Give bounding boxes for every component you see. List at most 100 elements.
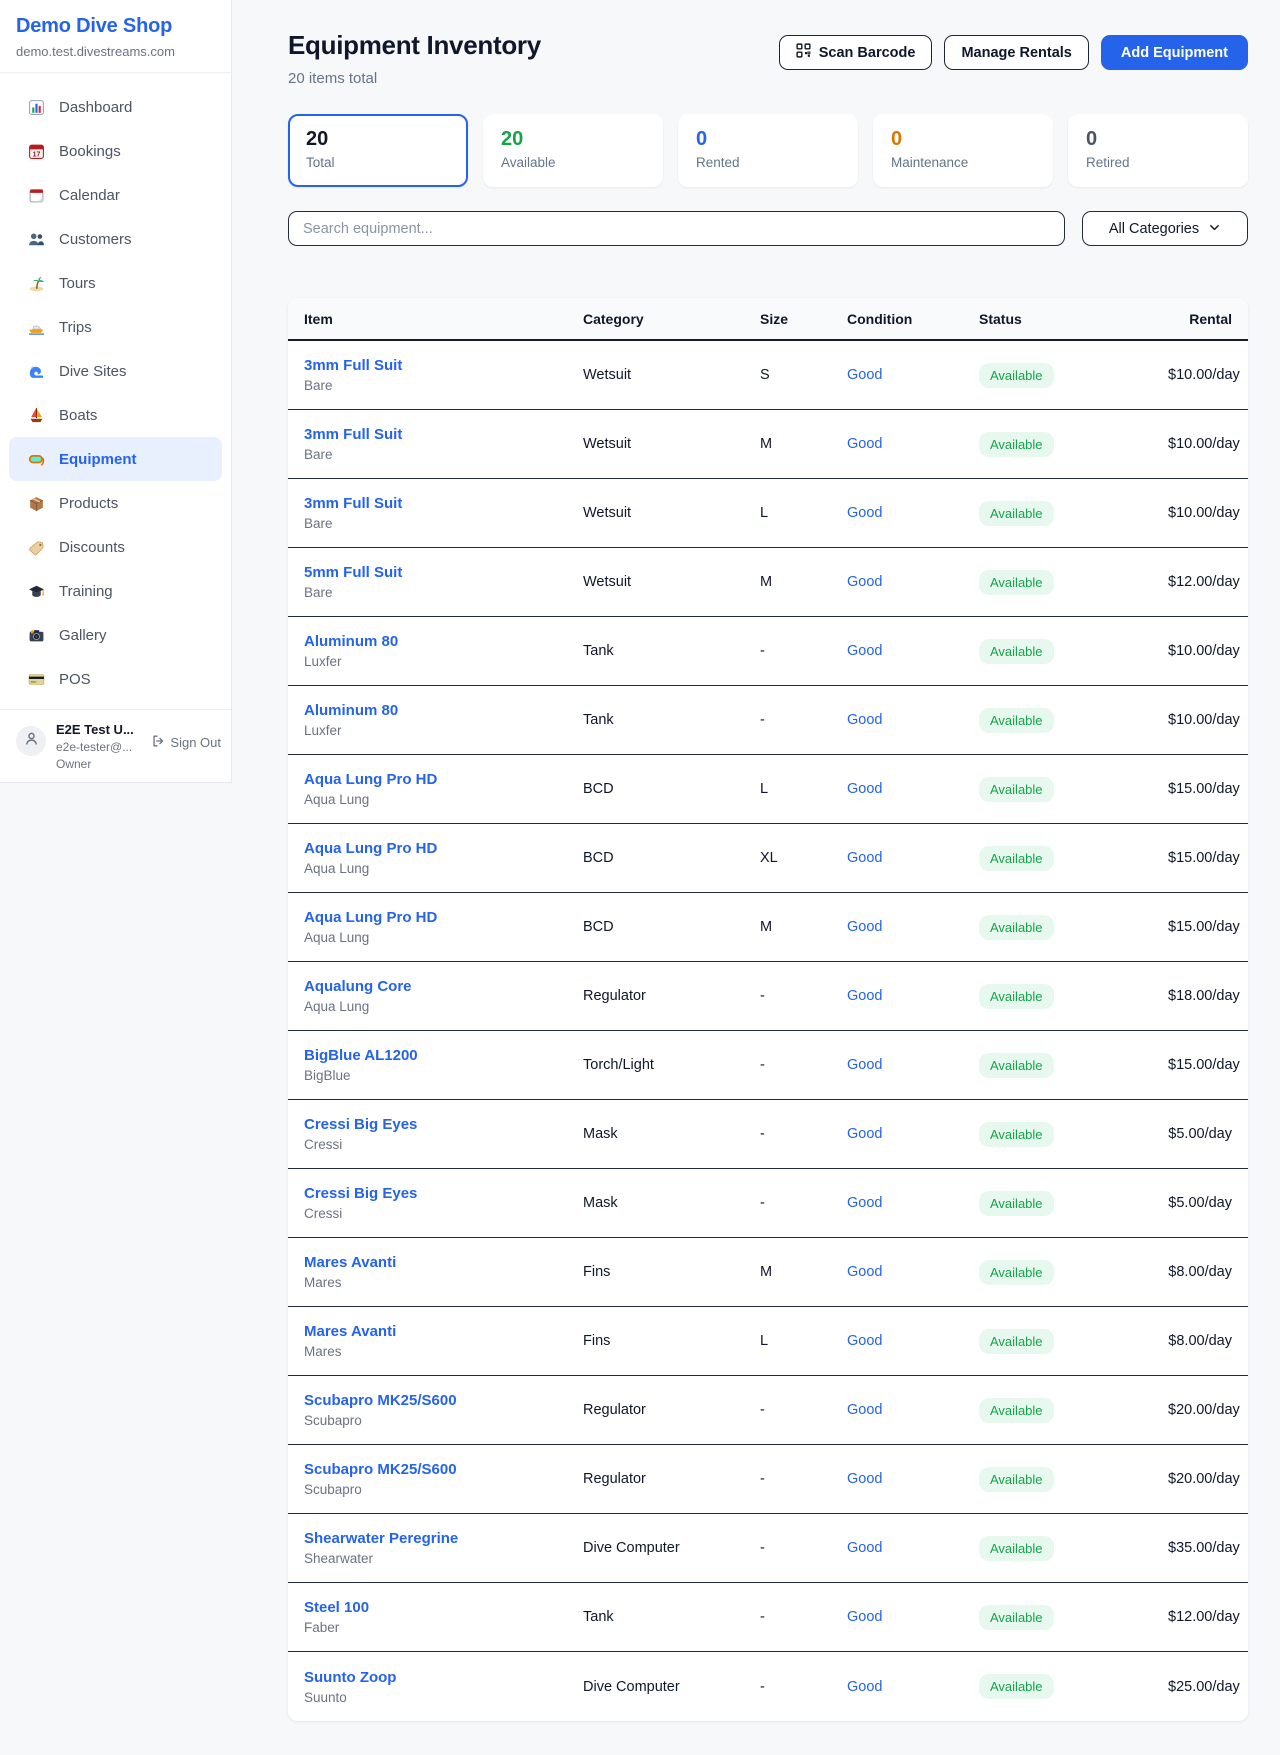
item-cell: Cressi Big Eyes Cressi [304,1185,583,1221]
search-input[interactable] [288,211,1065,246]
sidebar-item-dive-sites[interactable]: Dive Sites [9,349,222,393]
category-select[interactable]: All Categories [1082,211,1248,246]
stat-value: 0 [696,128,840,150]
grad-cap-icon [28,583,45,600]
item-condition-link[interactable]: Good [847,988,882,1004]
item-name-link[interactable]: Aqualung Core [304,978,412,995]
item-name-link[interactable]: 5mm Full Suit [304,564,402,581]
sidebar-item-equipment[interactable]: Equipment [9,437,222,481]
item-condition-link[interactable]: Good [847,1402,882,1418]
item-condition-link[interactable]: Good [847,436,882,452]
table-row[interactable]: Scubapro MK25/S600 Scubapro Regulator - … [288,1376,1248,1445]
item-name-link[interactable]: Aluminum 80 [304,702,398,719]
item-name-link[interactable]: Cressi Big Eyes [304,1116,417,1133]
item-condition-link[interactable]: Good [847,1126,882,1142]
table-row[interactable]: Scubapro MK25/S600 Scubapro Regulator - … [288,1445,1248,1514]
table-row[interactable]: 3mm Full Suit Bare Wetsuit L Good Availa… [288,479,1248,548]
item-condition-link[interactable]: Good [847,367,882,383]
sidebar-item-dashboard[interactable]: Dashboard [9,85,222,129]
item-name-link[interactable]: 3mm Full Suit [304,426,402,443]
table-row[interactable]: Aqua Lung Pro HD Aqua Lung BCD L Good Av… [288,755,1248,824]
item-name-link[interactable]: Aluminum 80 [304,633,398,650]
item-condition-link[interactable]: Good [847,574,882,590]
table-row[interactable]: Mares Avanti Mares Fins L Good Available… [288,1307,1248,1376]
item-name-link[interactable]: Scubapro MK25/S600 [304,1461,457,1478]
item-name-link[interactable]: 3mm Full Suit [304,495,402,512]
table-row[interactable]: 5mm Full Suit Bare Wetsuit M Good Availa… [288,548,1248,617]
scan-barcode-button[interactable]: Scan Barcode [779,35,933,70]
item-condition-link[interactable]: Good [847,1264,882,1280]
sidebar-item-bookings[interactable]: 17 Bookings [9,129,222,173]
stat-value: 20 [501,128,645,150]
sidebar-item-gallery[interactable]: Gallery [9,613,222,657]
item-name-link[interactable]: BigBlue AL1200 [304,1047,418,1064]
item-name-link[interactable]: Aqua Lung Pro HD [304,840,437,857]
sidebar-item-training[interactable]: Training [9,569,222,613]
stat-card-total[interactable]: 20 Total [288,114,468,187]
item-name-link[interactable]: Suunto Zoop [304,1669,396,1686]
item-condition-link[interactable]: Good [847,505,882,521]
item-name-link[interactable]: Aqua Lung Pro HD [304,909,437,926]
sidebar-item-products[interactable]: Products [9,481,222,525]
sidebar-item-label: Tours [59,275,96,292]
table-row[interactable]: Aqua Lung Pro HD Aqua Lung BCD XL Good A… [288,824,1248,893]
table-row[interactable]: 3mm Full Suit Bare Wetsuit M Good Availa… [288,410,1248,479]
table-row[interactable]: Mares Avanti Mares Fins M Good Available… [288,1238,1248,1307]
item-name-link[interactable]: Mares Avanti [304,1323,396,1340]
item-condition-link[interactable]: Good [847,712,882,728]
item-name-link[interactable]: Scubapro MK25/S600 [304,1392,457,1409]
tag-icon [28,539,45,556]
item-category: Fins [583,1333,760,1349]
item-condition-link[interactable]: Good [847,1057,882,1073]
table-row[interactable]: Shearwater Peregrine Shearwater Dive Com… [288,1514,1248,1583]
table-row[interactable]: BigBlue AL1200 BigBlue Torch/Light - Goo… [288,1031,1248,1100]
table-row[interactable]: Suunto Zoop Suunto Dive Computer - Good … [288,1652,1248,1721]
sidebar-item-trips[interactable]: Trips [9,305,222,349]
item-name-link[interactable]: Mares Avanti [304,1254,396,1271]
user-meta: E2E Test U... e2e-tester@... Owner [56,722,141,771]
table-row[interactable]: Cressi Big Eyes Cressi Mask - Good Avail… [288,1169,1248,1238]
item-brand: Bare [304,447,583,462]
stat-card-maintenance[interactable]: 0 Maintenance [873,114,1053,187]
item-condition-link[interactable]: Good [847,781,882,797]
manage-rentals-button[interactable]: Manage Rentals [944,35,1088,70]
sign-out-button[interactable]: Sign Out [151,734,221,751]
table-row[interactable]: Steel 100 Faber Tank - Good Available $1… [288,1583,1248,1652]
table-body: 3mm Full Suit Bare Wetsuit S Good Availa… [288,341,1248,1721]
item-category: Mask [583,1126,760,1142]
item-name-link[interactable]: Cressi Big Eyes [304,1185,417,1202]
stat-card-available[interactable]: 20 Available [483,114,663,187]
item-name-link[interactable]: Shearwater Peregrine [304,1530,458,1547]
item-condition-link[interactable]: Good [847,850,882,866]
sidebar-item-discounts[interactable]: Discounts [9,525,222,569]
stat-card-retired[interactable]: 0 Retired [1068,114,1248,187]
item-name-link[interactable]: Aqua Lung Pro HD [304,771,437,788]
sidebar-item-pos[interactable]: POS [9,657,222,701]
item-condition-link[interactable]: Good [847,919,882,935]
sidebar-item-tours[interactable]: Tours [9,261,222,305]
sidebar-item-boats[interactable]: Boats [9,393,222,437]
table-row[interactable]: Aqualung Core Aqua Lung Regulator - Good… [288,962,1248,1031]
item-name-link[interactable]: Steel 100 [304,1599,369,1616]
item-condition-link[interactable]: Good [847,1540,882,1556]
table-row[interactable]: 3mm Full Suit Bare Wetsuit S Good Availa… [288,341,1248,410]
table-row[interactable]: Aluminum 80 Luxfer Tank - Good Available… [288,686,1248,755]
item-category: BCD [583,781,760,797]
item-condition-link[interactable]: Good [847,1471,882,1487]
stat-card-rented[interactable]: 0 Rented [678,114,858,187]
table-row[interactable]: Cressi Big Eyes Cressi Mask - Good Avail… [288,1100,1248,1169]
item-condition-link[interactable]: Good [847,1679,882,1695]
table-row[interactable]: Aqua Lung Pro HD Aqua Lung BCD M Good Av… [288,893,1248,962]
sidebar-item-calendar[interactable]: Calendar [9,173,222,217]
item-condition-link[interactable]: Good [847,1195,882,1211]
status-badge: Available [979,1191,1054,1216]
sidebar-item-customers[interactable]: Customers [9,217,222,261]
table-row[interactable]: Aluminum 80 Luxfer Tank - Good Available… [288,617,1248,686]
add-equipment-button[interactable]: Add Equipment [1101,35,1248,70]
shop-name[interactable]: Demo Dive Shop [16,15,215,38]
item-condition-link[interactable]: Good [847,643,882,659]
item-condition-link[interactable]: Good [847,1333,882,1349]
item-condition-link[interactable]: Good [847,1609,882,1625]
item-name-link[interactable]: 3mm Full Suit [304,357,402,374]
item-category: Wetsuit [583,505,760,521]
